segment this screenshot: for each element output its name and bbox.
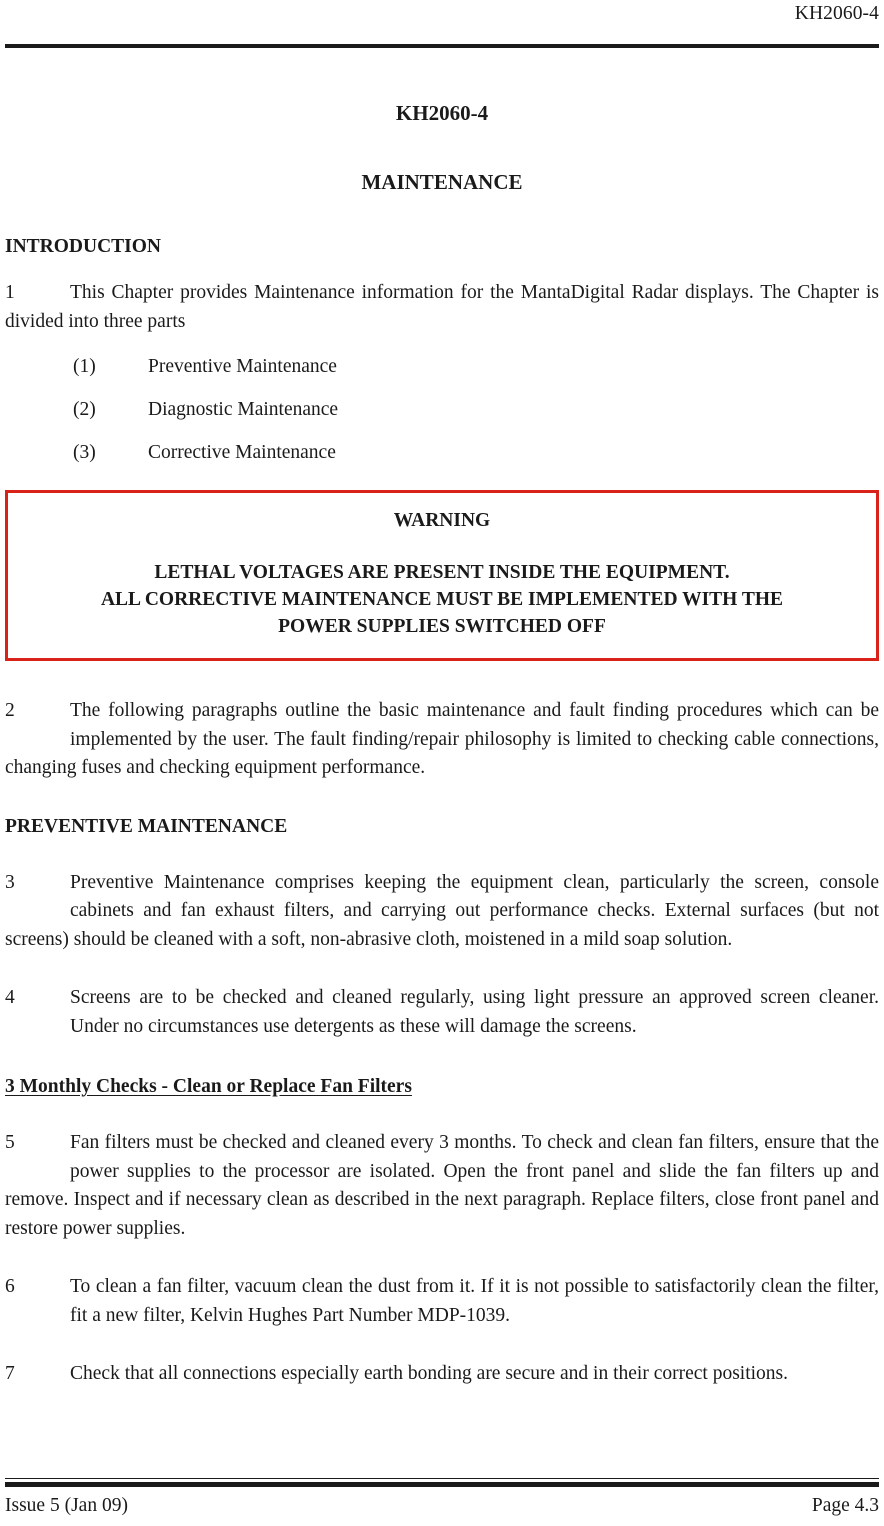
paragraph-5-number: 5 xyxy=(5,1132,15,1153)
paragraph-5: 5 Fan filters must be checked and cleane… xyxy=(5,1129,879,1243)
list-item-marker: (2) xyxy=(73,399,96,420)
list-item-marker: (1) xyxy=(73,356,96,377)
warning-line-3: POWER SUPPLIES SWITCHED OFF xyxy=(278,616,606,637)
header-document-number: KH2060-4 xyxy=(794,3,879,24)
paragraph-5-text: Fan filters must be checked and cleaned … xyxy=(5,1132,879,1239)
footer-page-number: Page 4.3 xyxy=(811,1495,879,1516)
paragraph-3-text: Preventive Maintenance comprises keeping… xyxy=(5,871,879,950)
paragraph-2: 2 The following paragraphs outline the b… xyxy=(5,697,879,783)
list-item: (1) Preventive Maintenance xyxy=(5,355,879,379)
list-item-marker: (3) xyxy=(73,442,96,463)
section-heading-monthly-checks: 3 Monthly Checks - Clean or Replace Fan … xyxy=(5,1076,412,1097)
paragraph-7-text: Check that all connections especially ea… xyxy=(70,1363,788,1384)
warning-box: WARNING LETHAL VOLTAGES ARE PRESENT INSI… xyxy=(5,490,879,661)
paragraph-4: 4 Screens are to be checked and cleaned … xyxy=(5,984,879,1041)
paragraph-6-text: To clean a fan filter, vacuum clean the … xyxy=(70,1276,879,1326)
paragraph-3-number: 3 xyxy=(5,871,15,893)
page-header: KH2060-4 xyxy=(5,0,879,48)
list-item: (3) Corrective Maintenance xyxy=(5,441,879,465)
section-heading-preventive-maintenance: PREVENTIVE MAINTENANCE xyxy=(5,815,288,837)
paragraph-1-text: This Chapter provides Maintenance inform… xyxy=(5,282,879,332)
warning-line-1: LETHAL VOLTAGES ARE PRESENT INSIDE THE E… xyxy=(154,562,730,583)
paragraph-2-text: The following paragraphs outline the bas… xyxy=(5,700,879,778)
paragraph-3: 3 Preventive Maintenance comprises keepi… xyxy=(5,869,879,955)
warning-title: WARNING xyxy=(393,510,491,531)
list-item: (2) Diagnostic Maintenance xyxy=(5,398,879,422)
document-page: KH2060-4 KH2060-4 MAINTENANCE INTRODUCTI… xyxy=(0,0,884,1526)
paragraph-7-number: 7 xyxy=(5,1363,15,1384)
paragraph-7: 7 Check that all connections especially … xyxy=(5,1360,879,1389)
warning-body: LETHAL VOLTAGES ARE PRESENT INSIDE THE E… xyxy=(18,559,866,640)
page-title: KH2060-4 xyxy=(395,101,489,125)
list-item-label: Diagnostic Maintenance xyxy=(148,399,339,420)
page-subtitle: MAINTENANCE xyxy=(361,170,523,194)
footer-issue: Issue 5 (Jan 09) xyxy=(5,1495,128,1516)
paragraph-6: 6 To clean a fan filter, vacuum clean th… xyxy=(5,1273,879,1330)
paragraph-1: 1 This Chapter provides Maintenance info… xyxy=(5,279,879,336)
warning-line-2: ALL CORRECTIVE MAINTENANCE MUST BE IMPLE… xyxy=(100,589,784,610)
paragraph-4-text: Screens are to be checked and cleaned re… xyxy=(70,987,879,1037)
paragraph-2-number: 2 xyxy=(5,700,15,721)
header-rule xyxy=(5,44,879,48)
page-footer: Issue 5 (Jan 09) Page 4.3 xyxy=(5,1477,879,1519)
footer-row: Issue 5 (Jan 09) Page 4.3 xyxy=(5,1487,879,1518)
paragraph-4-number: 4 xyxy=(5,987,15,1008)
paragraph-1-number: 1 xyxy=(5,282,15,303)
list-item-label: Preventive Maintenance xyxy=(148,356,337,377)
list-item-label: Corrective Maintenance xyxy=(148,442,336,463)
footer-rule-thin xyxy=(5,1477,879,1479)
section-heading-introduction: INTRODUCTION xyxy=(5,236,162,257)
paragraph-6-number: 6 xyxy=(5,1276,15,1297)
